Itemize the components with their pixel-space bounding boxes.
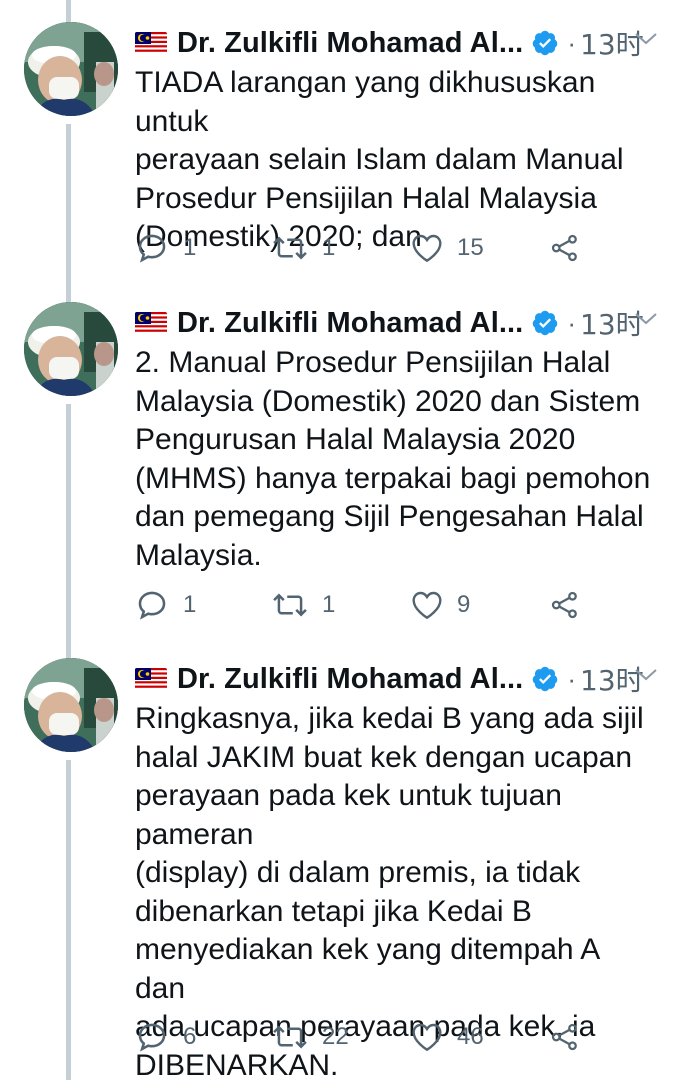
tweet-actions: 6 22 46 bbox=[135, 1017, 605, 1057]
avatar[interactable] bbox=[24, 658, 118, 752]
chevron-down-icon[interactable] bbox=[633, 310, 659, 328]
tweet[interactable]: Dr. Zulkifli Mohamad Al... · 13时 Ringkas… bbox=[0, 658, 685, 1082]
avatar[interactable] bbox=[24, 22, 118, 116]
retweet-count: 1 bbox=[322, 591, 336, 618]
share-icon bbox=[551, 591, 577, 619]
like-count: 15 bbox=[457, 234, 484, 261]
verified-badge-icon bbox=[531, 309, 559, 337]
retweet-icon bbox=[273, 1025, 307, 1049]
verified-badge-icon bbox=[531, 665, 559, 693]
like-button[interactable]: 9 bbox=[411, 585, 470, 625]
share-button[interactable] bbox=[550, 585, 580, 625]
tweet[interactable]: Dr. Zulkifli Mohamad Al... · 13时 2. Manu… bbox=[0, 302, 685, 648]
share-icon bbox=[551, 234, 577, 262]
retweet-button[interactable]: 1 bbox=[272, 585, 335, 625]
separator-dot: · bbox=[567, 663, 577, 694]
like-count: 46 bbox=[457, 1023, 484, 1050]
author-name[interactable]: Dr. Zulkifli Mohamad Al... bbox=[177, 663, 523, 696]
reply-icon bbox=[138, 1023, 166, 1052]
reply-count: 1 bbox=[183, 591, 197, 618]
heart-icon bbox=[412, 1023, 442, 1052]
reply-count: 1 bbox=[183, 234, 197, 261]
retweet-button[interactable]: 22 bbox=[272, 1017, 349, 1057]
tweet-actions: 1 1 15 bbox=[135, 228, 605, 268]
reply-count: 6 bbox=[183, 1023, 197, 1050]
reply-icon bbox=[138, 591, 166, 620]
share-button[interactable] bbox=[550, 1017, 580, 1057]
retweet-count: 1 bbox=[322, 234, 336, 261]
tweet-header: Dr. Zulkifli Mohamad Al... · 13时 bbox=[135, 658, 665, 700]
malaysia-flag-icon bbox=[135, 668, 167, 690]
malaysia-flag-icon bbox=[135, 32, 167, 54]
share-icon bbox=[551, 1023, 577, 1051]
like-button[interactable]: 46 bbox=[411, 1017, 484, 1057]
chevron-down-icon[interactable] bbox=[633, 30, 659, 48]
reply-icon bbox=[138, 234, 166, 263]
separator-dot: · bbox=[567, 27, 577, 58]
heart-icon bbox=[412, 591, 442, 620]
separator-dot: · bbox=[567, 307, 577, 338]
author-name[interactable]: Dr. Zulkifli Mohamad Al... bbox=[177, 27, 523, 60]
tweet[interactable]: Dr. Zulkifli Mohamad Al... · 13时 TIADA l… bbox=[0, 22, 685, 292]
retweet-icon bbox=[273, 236, 307, 260]
retweet-icon bbox=[273, 593, 307, 617]
avatar[interactable] bbox=[24, 302, 118, 396]
chevron-down-icon[interactable] bbox=[633, 666, 659, 684]
tweet-header: Dr. Zulkifli Mohamad Al... · 13时 bbox=[135, 302, 665, 344]
malaysia-flag-icon bbox=[135, 312, 167, 334]
like-count: 9 bbox=[457, 591, 471, 618]
verified-badge-icon bbox=[531, 29, 559, 57]
retweet-count: 22 bbox=[322, 1023, 349, 1050]
author-name[interactable]: Dr. Zulkifli Mohamad Al... bbox=[177, 307, 523, 340]
tweet-header: Dr. Zulkifli Mohamad Al... · 13时 bbox=[135, 22, 665, 64]
tweet-text: 2. Manual Prosedur Pensijilan Halal Mala… bbox=[135, 346, 651, 572]
reply-button[interactable]: 6 bbox=[135, 1017, 196, 1057]
like-button[interactable]: 15 bbox=[411, 228, 484, 268]
retweet-button[interactable]: 1 bbox=[272, 228, 335, 268]
share-button[interactable] bbox=[550, 228, 580, 268]
reply-button[interactable]: 1 bbox=[135, 585, 196, 625]
reply-button[interactable]: 1 bbox=[135, 228, 196, 268]
heart-icon bbox=[412, 234, 442, 263]
tweet-actions: 1 1 9 bbox=[135, 585, 605, 625]
